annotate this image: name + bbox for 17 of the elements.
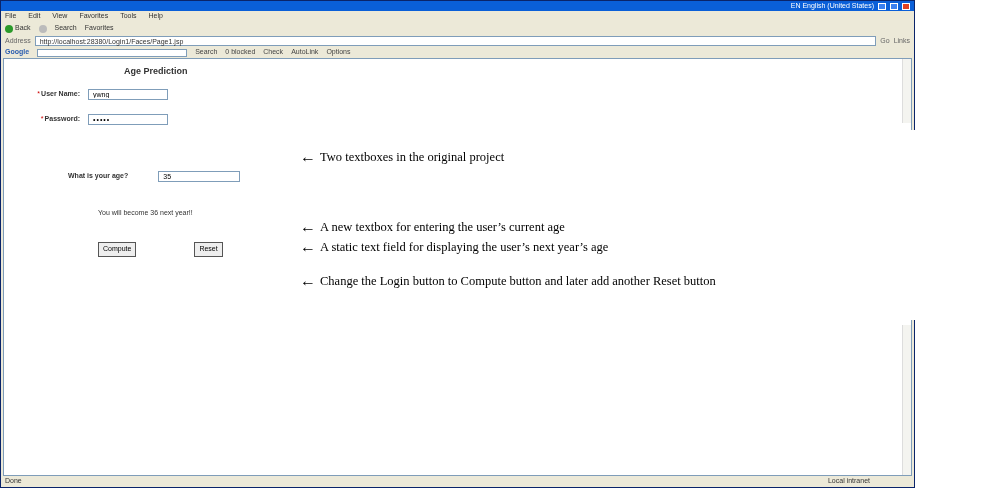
- close-button[interactable]: [902, 2, 910, 10]
- scrollbar-track[interactable]: [902, 59, 911, 123]
- minimize-button[interactable]: [878, 2, 886, 10]
- arrow-icon: ←: [300, 240, 316, 255]
- annotation-text: Two textboxes in the original project: [320, 149, 505, 166]
- annotation-text: A static text field for displaying the user’s next year’s age: [320, 239, 609, 256]
- annotation-text: Change the Login button to Compute button and later add another Reset button: [320, 273, 716, 290]
- arrow-icon: ←: [300, 220, 316, 235]
- maximize-button[interactable]: [890, 2, 898, 10]
- page-title: Age Prediction: [124, 65, 189, 78]
- forward-icon[interactable]: [38, 24, 47, 33]
- scrollbar-track[interactable]: [902, 325, 911, 475]
- annotation-text: A new textbox for entering the user’s current age: [320, 219, 565, 236]
- arrow-icon: ←: [300, 150, 316, 165]
- google-search-field[interactable]: [37, 48, 188, 57]
- arrow-icon: ←: [300, 274, 316, 289]
- back-icon: [5, 24, 13, 33]
